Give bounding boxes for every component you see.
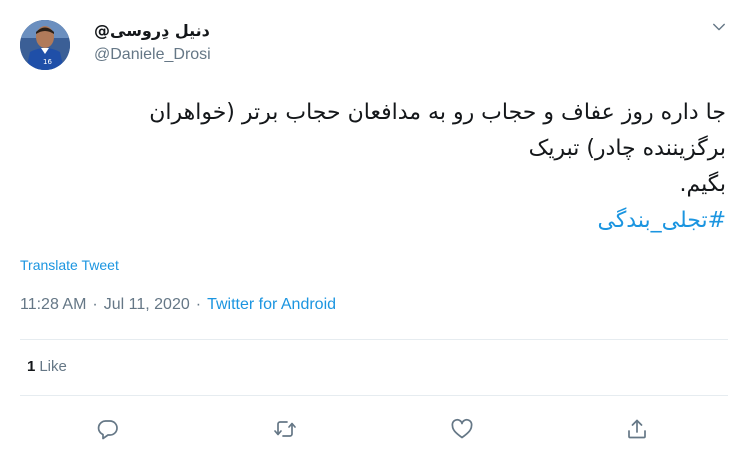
chevron-down-icon bbox=[713, 23, 725, 31]
reply-button[interactable] bbox=[95, 416, 121, 442]
tweet-time[interactable]: 11:28 AM bbox=[20, 294, 86, 316]
tweet-text-line: برگزیننده چادر) تبریک bbox=[528, 136, 726, 161]
likes-stat[interactable]: 1 Like bbox=[27, 357, 67, 377]
heart-icon bbox=[451, 418, 473, 439]
tweet-source-link[interactable]: Twitter for Android bbox=[207, 294, 336, 316]
retweet-icon bbox=[274, 421, 296, 437]
tweet-menu-button[interactable] bbox=[708, 16, 730, 38]
share-button[interactable] bbox=[624, 416, 650, 442]
meta-separator: · bbox=[92, 296, 98, 313]
tweet-text-line: جا داره روز عفاف و حجاب رو به مدافعان حج… bbox=[149, 100, 726, 125]
divider bbox=[20, 339, 728, 340]
tweet-date[interactable]: Jul 11, 2020 bbox=[104, 294, 190, 316]
share-icon bbox=[628, 419, 646, 439]
avatar[interactable]: 16 bbox=[20, 20, 70, 70]
divider bbox=[20, 395, 728, 396]
author-block[interactable]: @دنیل دِروسی @Daniele_Drosi bbox=[94, 20, 211, 65]
svg-text:16: 16 bbox=[43, 58, 52, 66]
hashtag-link[interactable]: #تجلی_بندگی bbox=[21, 203, 727, 239]
tweet-meta: 11:28 AM · Jul 11, 2020 · Twitter for An… bbox=[20, 294, 336, 316]
translate-tweet-link[interactable]: Translate Tweet bbox=[20, 256, 119, 274]
likes-label: Like bbox=[39, 358, 67, 375]
author-display-name[interactable]: @دنیل دِروسی bbox=[94, 20, 211, 42]
meta-separator: · bbox=[195, 296, 202, 313]
author-handle[interactable]: @Daniele_Drosi bbox=[94, 45, 211, 65]
likes-count: 1 bbox=[27, 358, 36, 375]
reply-icon bbox=[97, 420, 118, 440]
retweet-button[interactable] bbox=[272, 416, 298, 442]
like-button[interactable] bbox=[449, 416, 475, 442]
avatar-image: 16 bbox=[20, 20, 70, 70]
tweet-text: جا داره روز عفاف و حجاب رو به مدافعان حج… bbox=[21, 95, 726, 239]
tweet-text-line: بگیم. bbox=[679, 172, 726, 197]
